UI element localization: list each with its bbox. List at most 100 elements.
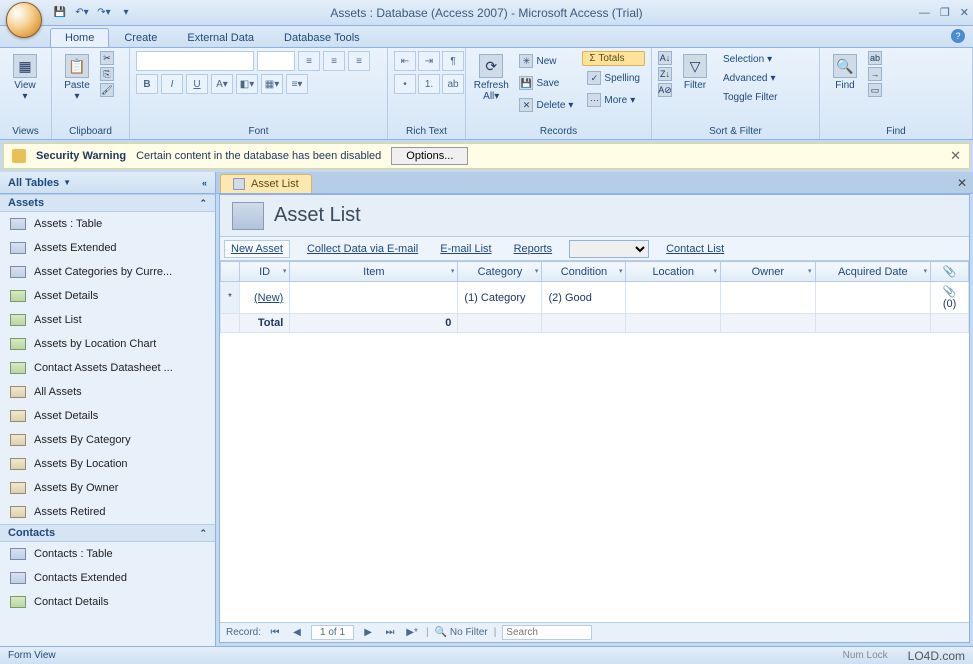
security-options-button[interactable]: Options... xyxy=(391,147,468,165)
cell-location[interactable] xyxy=(626,282,721,314)
replace-icon[interactable]: ab xyxy=(868,51,882,65)
nav-item[interactable]: Assets By Owner xyxy=(0,476,215,500)
italic-icon[interactable]: I xyxy=(161,74,183,94)
tab-external-data[interactable]: External Data xyxy=(172,28,269,47)
select-icon[interactable]: ▭ xyxy=(868,83,882,97)
copy-icon[interactable]: ⎘ xyxy=(100,67,114,81)
record-position[interactable]: 1 of 1 xyxy=(311,625,354,640)
nav-item[interactable]: All Assets xyxy=(0,380,215,404)
email-list-link[interactable]: E-mail List xyxy=(435,240,496,258)
redo-icon[interactable]: ↷▾ xyxy=(96,5,112,21)
new-id-link[interactable]: (New) xyxy=(254,292,283,304)
spelling-button[interactable]: ✓Spelling xyxy=(582,68,645,88)
totals-button[interactable]: Σ Totals xyxy=(582,51,645,66)
collect-data-link[interactable]: Collect Data via E-mail xyxy=(302,240,423,258)
sort-desc-icon[interactable]: Z↓ xyxy=(658,67,672,81)
find-button[interactable]: 🔍 Find xyxy=(826,51,864,94)
reports-combo[interactable] xyxy=(569,240,649,258)
col-location[interactable]: Location▾ xyxy=(626,262,721,282)
font-size-combo[interactable] xyxy=(257,51,295,71)
next-record-icon[interactable]: ▶ xyxy=(360,627,376,638)
col-attachment[interactable]: 📎 xyxy=(931,262,969,282)
tab-home[interactable]: Home xyxy=(50,28,109,47)
nav-pane-header[interactable]: All Tables ▼ « xyxy=(0,172,215,194)
collapse-pane-icon[interactable]: « xyxy=(202,178,207,188)
col-item[interactable]: Item▾ xyxy=(290,262,458,282)
align-right-icon[interactable]: ≡ xyxy=(348,51,370,71)
sort-asc-icon[interactable]: A↓ xyxy=(658,51,672,65)
nav-group-assets[interactable]: Assets⌃ xyxy=(0,194,215,212)
nav-item[interactable]: Contact Details xyxy=(0,590,215,614)
cell-category[interactable]: (1) Category xyxy=(458,282,542,314)
nav-item[interactable]: Assets Retired xyxy=(0,500,215,524)
cell-item[interactable] xyxy=(290,282,458,314)
font-color-icon[interactable]: A▾ xyxy=(211,74,233,94)
ltr-icon[interactable]: ¶ xyxy=(442,51,464,71)
qat-customize-icon[interactable]: ▾ xyxy=(118,5,134,21)
nav-item[interactable]: Asset Details xyxy=(0,284,215,308)
contact-list-link[interactable]: Contact List xyxy=(661,240,729,258)
prev-record-icon[interactable]: ◀ xyxy=(289,627,305,638)
tab-create[interactable]: Create xyxy=(109,28,172,47)
underline-icon[interactable]: U xyxy=(186,74,208,94)
help-icon[interactable]: ? xyxy=(951,29,965,43)
cell-owner[interactable] xyxy=(721,282,816,314)
filter-indicator[interactable]: 🔍 No Filter xyxy=(435,627,488,638)
minimize-button[interactable]: — xyxy=(919,7,930,19)
cut-icon[interactable]: ✂ xyxy=(100,51,114,65)
bold-icon[interactable]: B xyxy=(136,74,158,94)
numbering-icon[interactable]: 1. xyxy=(418,74,440,94)
increase-indent-icon[interactable]: ⇥ xyxy=(418,51,440,71)
refresh-all-button[interactable]: ⟳ Refresh All▾ xyxy=(472,51,510,105)
cell-condition[interactable]: (2) Good xyxy=(542,282,626,314)
reports-link[interactable]: Reports xyxy=(509,240,558,258)
gridlines-icon[interactable]: ▦▾ xyxy=(261,74,283,94)
last-record-icon[interactable]: ⏭ xyxy=(382,627,398,638)
save-record-button[interactable]: 💾Save xyxy=(514,73,578,93)
align-center-icon[interactable]: ≡ xyxy=(323,51,345,71)
cell-attachment[interactable]: 📎(0) xyxy=(931,282,969,314)
delete-record-button[interactable]: ✕Delete▾ xyxy=(514,95,578,115)
first-record-icon[interactable]: ⏮ xyxy=(267,627,283,638)
search-box[interactable] xyxy=(502,625,592,640)
nav-item[interactable]: Contact Assets Datasheet ... xyxy=(0,356,215,380)
datasheet[interactable]: ID▾ Item▾ Category▾ Condition▾ Location▾… xyxy=(220,261,969,622)
bullets-icon[interactable]: • xyxy=(394,74,416,94)
tab-database-tools[interactable]: Database Tools xyxy=(269,28,375,47)
col-condition[interactable]: Condition▾ xyxy=(542,262,626,282)
highlight-icon[interactable]: ab xyxy=(442,74,464,94)
col-category[interactable]: Category▾ xyxy=(458,262,542,282)
nav-item[interactable]: Assets By Category xyxy=(0,428,215,452)
advanced-button[interactable]: Advanced▾ xyxy=(718,70,782,87)
nav-item[interactable]: Assets Extended xyxy=(0,236,215,260)
nav-item[interactable]: Assets : Table xyxy=(0,212,215,236)
fill-color-icon[interactable]: ◧▾ xyxy=(236,74,258,94)
align-left-icon[interactable]: ≡ xyxy=(298,51,320,71)
nav-group-contacts[interactable]: Contacts⌃ xyxy=(0,524,215,542)
nav-item[interactable]: Asset List xyxy=(0,308,215,332)
selection-button[interactable]: Selection▾ xyxy=(718,51,782,68)
nav-item[interactable]: Assets by Location Chart xyxy=(0,332,215,356)
nav-item[interactable]: Contacts Extended xyxy=(0,566,215,590)
restore-button[interactable]: ❐ xyxy=(940,6,950,19)
new-record-button[interactable]: ✳New xyxy=(514,51,578,71)
office-button[interactable] xyxy=(6,2,42,38)
font-family-combo[interactable] xyxy=(136,51,254,71)
undo-icon[interactable]: ↶▾ xyxy=(74,5,90,21)
close-button[interactable]: ✕ xyxy=(960,6,969,19)
col-owner[interactable]: Owner▾ xyxy=(721,262,816,282)
view-button[interactable]: ▦ View▾ xyxy=(6,51,44,105)
col-id[interactable]: ID▾ xyxy=(239,262,289,282)
paste-button[interactable]: 📋 Paste▾ xyxy=(58,51,96,105)
nav-item[interactable]: Asset Details xyxy=(0,404,215,428)
filter-button[interactable]: ▽ Filter xyxy=(676,51,714,94)
cell-acquired[interactable] xyxy=(815,282,931,314)
new-asset-link[interactable]: New Asset xyxy=(224,240,290,258)
nav-item[interactable]: Assets By Location xyxy=(0,452,215,476)
save-icon[interactable]: 💾 xyxy=(52,5,68,21)
goto-icon[interactable]: → xyxy=(868,67,882,81)
nav-item[interactable]: Asset Categories by Curre... xyxy=(0,260,215,284)
more-button[interactable]: ⋯More▾ xyxy=(582,90,645,110)
row-selector-header[interactable] xyxy=(221,262,240,282)
new-record-nav-icon[interactable]: ▶* xyxy=(404,627,420,638)
